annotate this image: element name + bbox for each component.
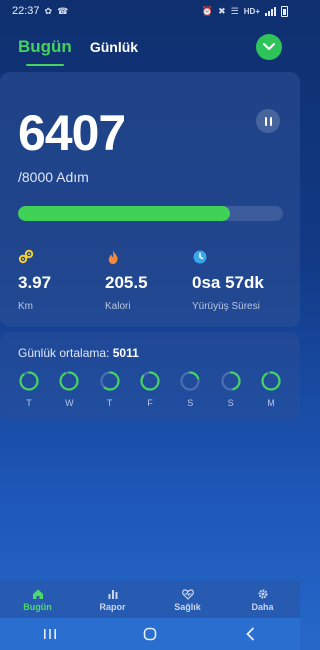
status-bar: 22:37 ✿ ☎ ⏰ ✖ ☰ HD+ — [0, 0, 300, 22]
day-item: T — [99, 370, 121, 408]
day-progress-ring — [59, 371, 79, 391]
step-count: 6407 — [18, 105, 126, 161]
pause-icon — [264, 116, 272, 126]
nav-label-rapor: Rapor — [99, 601, 126, 612]
daily-average-line: Günlük ortalama: 5011 — [18, 346, 139, 360]
nav-label-saglik: Sağlık — [174, 601, 201, 612]
day-letter: S — [187, 398, 194, 408]
tab-gunluk[interactable]: Günlük — [90, 39, 138, 55]
home-button[interactable] — [130, 627, 170, 641]
active-tab-underline — [26, 64, 64, 66]
pause-button[interactable] — [256, 109, 280, 133]
flame-icon — [108, 250, 118, 264]
day-letter: T — [26, 398, 32, 408]
day-progress-arc — [261, 371, 281, 391]
tab-bugun-label: Bugün — [18, 37, 72, 56]
clock-icon — [193, 250, 207, 264]
nav-item-daha[interactable]: Daha — [228, 588, 298, 612]
day-progress-arc — [59, 371, 79, 391]
day-item: F — [139, 370, 161, 408]
day-progress-arc — [19, 371, 39, 391]
calories-label: Kalori — [105, 301, 131, 312]
day-progress-ring — [180, 371, 200, 391]
walk-time-label: Yürüyüş Süresi — [192, 301, 260, 312]
recent-apps-icon — [44, 629, 56, 639]
wifi-icon: ☰ — [230, 5, 239, 16]
signal-icon — [265, 6, 276, 16]
step-progress-bar — [18, 206, 283, 221]
system-navigation-bar — [0, 618, 300, 650]
day-progress-ring — [261, 371, 281, 391]
day-letter: M — [267, 398, 275, 408]
alarm-icon: ⏰ — [201, 5, 214, 16]
tab-gunluk-label: Günlük — [89, 39, 139, 55]
stat-distance: 3.97 Km — [18, 249, 108, 312]
day-item: W — [58, 370, 80, 408]
distance-value: 3.97 — [18, 273, 52, 292]
nav-item-rapor[interactable]: Rapor — [78, 588, 148, 612]
top-tabs: Bugün Günlük — [18, 30, 286, 66]
tab-bugun[interactable]: Bugün — [18, 37, 72, 66]
status-time: 22:37 — [12, 5, 40, 17]
back-icon — [246, 627, 254, 641]
network-type-label: HD+ — [243, 6, 260, 16]
distance-icon — [18, 249, 34, 264]
bottom-navigation: Bugün Rapor Sağlık Daha — [0, 581, 300, 618]
day-item: S — [179, 370, 201, 408]
bar-chart-icon — [108, 589, 117, 599]
chevron-down-icon — [263, 43, 275, 51]
day-progress-ring — [221, 371, 241, 391]
walk-time-value: 0sa 57dk — [192, 273, 264, 292]
footsteps-notification-icon: ✿ — [44, 5, 53, 16]
whatsapp-notification-icon: ☎ — [57, 5, 69, 16]
step-progress-fill — [18, 206, 230, 221]
stat-walk-time: 0sa 57dk Yürüyüş Süresi — [192, 249, 292, 312]
daily-average-card[interactable]: Günlük ortalama: 5011 T W T F S S M — [0, 332, 300, 420]
expand-dropdown-button[interactable] — [256, 34, 282, 60]
day-item: T — [18, 370, 40, 408]
nav-item-saglik[interactable]: Sağlık — [153, 588, 223, 612]
gear-icon — [258, 589, 267, 598]
battery-icon — [281, 5, 288, 17]
back-button[interactable] — [230, 627, 270, 641]
day-item: S — [220, 370, 242, 408]
day-letter: S — [227, 398, 234, 408]
heart-pulse-icon — [181, 588, 194, 600]
day-progress-arc — [140, 371, 160, 391]
nav-label-bugun: Bugün — [23, 601, 52, 612]
today-summary-card: 6407 /8000 Adım 3.97 Km 205.5 Kalori 0sa… — [0, 72, 300, 327]
status-left: 22:37 ✿ ☎ — [12, 5, 68, 17]
stat-calories: 205.5 Kalori — [105, 249, 195, 312]
day-progress-ring — [140, 371, 160, 391]
distance-label: Km — [18, 301, 33, 312]
mute-icon: ✖ — [218, 5, 226, 16]
nav-label-daha: Daha — [251, 601, 274, 612]
calories-value: 205.5 — [105, 273, 148, 292]
step-goal: /8000 Adım — [18, 169, 89, 185]
home-circle-icon — [143, 627, 157, 641]
home-icon — [32, 589, 43, 599]
day-item: M — [260, 370, 282, 408]
recent-apps-button[interactable] — [30, 628, 70, 640]
day-letter: W — [65, 398, 74, 408]
daily-average-value: 5011 — [112, 346, 139, 360]
day-letter: F — [147, 398, 153, 408]
day-progress-ring — [19, 371, 39, 391]
week-days-row: TWTFSSM — [18, 370, 282, 408]
nav-item-bugun[interactable]: Bugün — [3, 588, 73, 612]
day-letter: T — [106, 398, 113, 408]
status-right: ⏰ ✖ ☰ HD+ — [201, 5, 288, 17]
day-progress-ring — [100, 371, 120, 391]
daily-average-label: Günlük ortalama: — [18, 346, 110, 360]
